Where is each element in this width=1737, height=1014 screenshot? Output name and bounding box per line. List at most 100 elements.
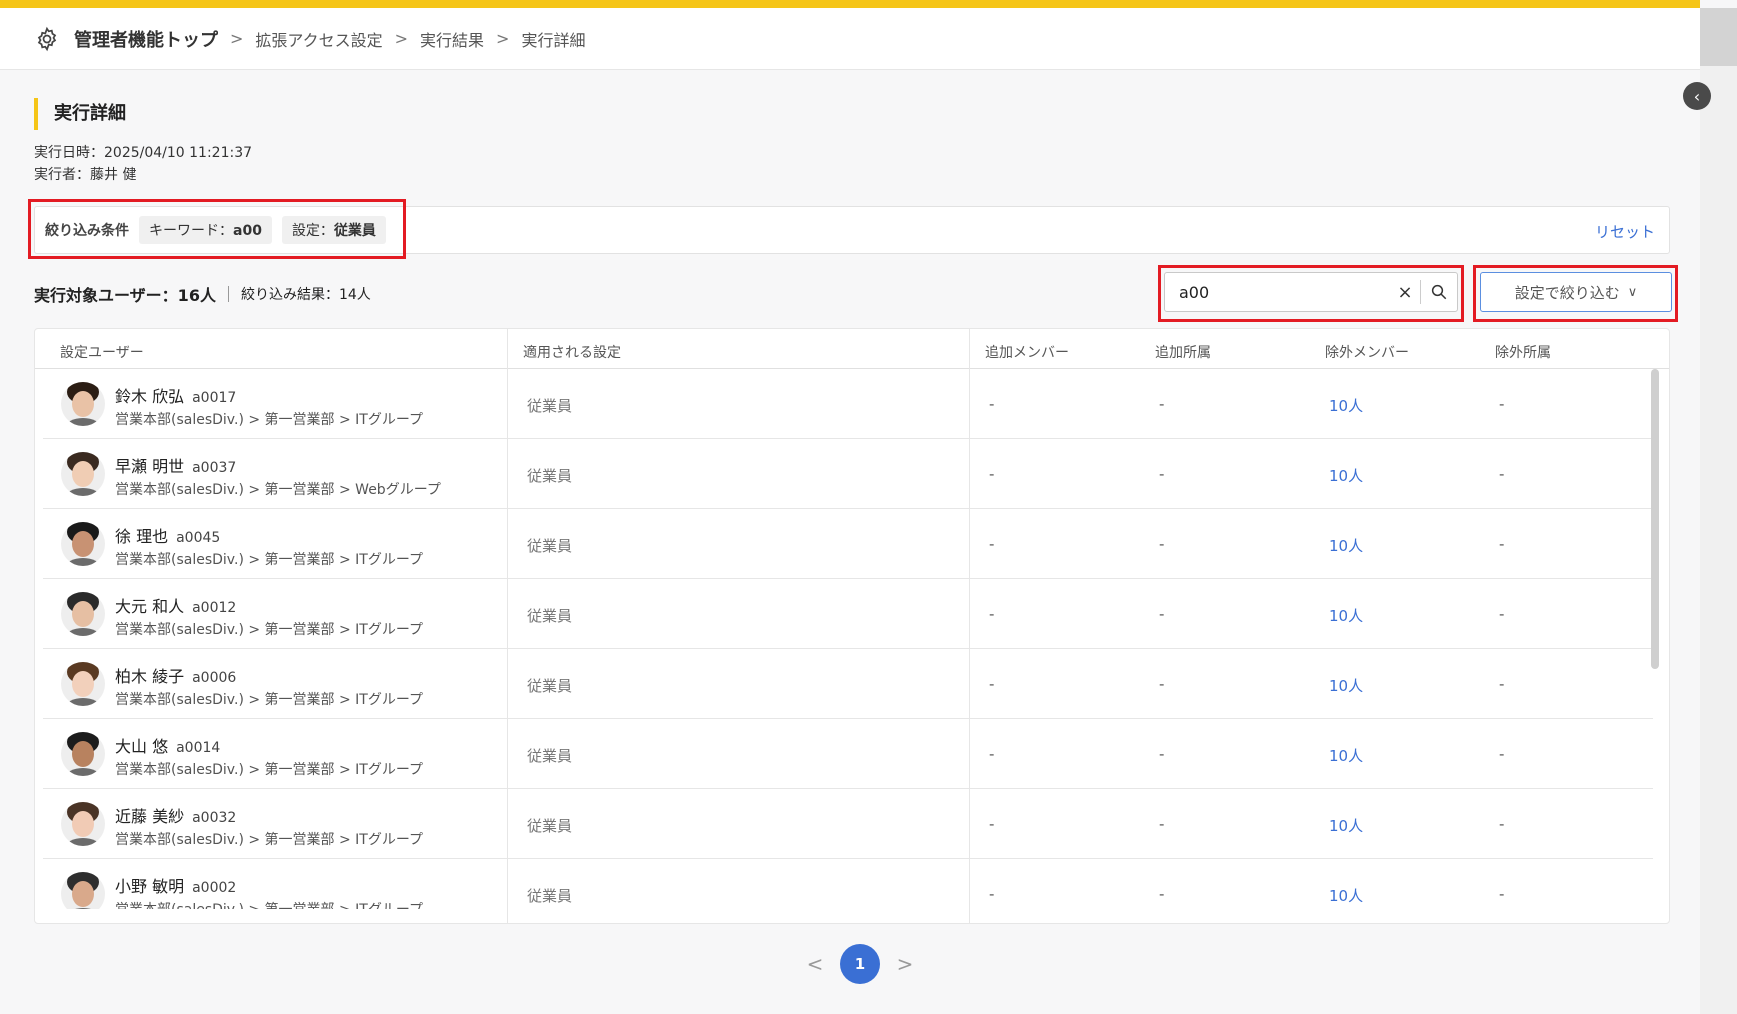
table-row[interactable]: 徐 理也 a0045 営業本部(salesDiv.) > 第一営業部 > ITグルー…	[43, 509, 1653, 579]
executed-at: 実行日時：2025/04/10 11:21:37	[34, 145, 253, 161]
col-header-setting[interactable]: 適用される設定	[523, 342, 621, 362]
user-name: 大山 悠 a0014	[115, 733, 220, 757]
breadcrumb-extended-access[interactable]: 拡張アクセス設定	[255, 27, 382, 51]
avatar	[61, 732, 105, 776]
user-department: 営業本部(salesDiv.) > 第一営業部 > Webグループ	[115, 482, 441, 498]
avatar	[61, 382, 105, 426]
breadcrumb-admin-top[interactable]: 管理者機能トップ	[74, 26, 218, 52]
user-id: a0017	[192, 390, 237, 406]
table-header: 設定ユーザー 適用される設定 追加メンバー 追加所属 除外メンバー 除外所属	[35, 329, 1669, 369]
breadcrumb-results[interactable]: 実行結果	[420, 27, 484, 51]
excluded-members-link[interactable]: 10人	[1329, 815, 1363, 836]
excluded-affiliations: -	[1499, 535, 1505, 553]
user-name: 柏木 綾子 a0006	[115, 663, 236, 687]
user-name: 近藤 美紗 a0032	[115, 803, 236, 827]
excluded-members-link[interactable]: 10人	[1329, 465, 1363, 486]
added-members: -	[989, 465, 995, 483]
chevron-left-icon: ‹	[1693, 86, 1701, 106]
table-row[interactable]: 柏木 綾子 a0006 営業本部(salesDiv.) > 第一営業部 > ITグル…	[43, 649, 1653, 719]
table-scrollbar[interactable]	[1651, 369, 1659, 909]
user-id: a0045	[176, 530, 221, 546]
user-id: a0014	[176, 740, 221, 756]
user-name: 徐 理也 a0045	[115, 523, 220, 547]
excluded-affiliations: -	[1499, 675, 1505, 693]
col-header-excluded-affiliations[interactable]: 除外所属	[1495, 342, 1551, 362]
avatar	[61, 662, 105, 706]
accent-top-line	[0, 0, 1700, 8]
user-id: a0032	[192, 810, 237, 826]
reset-link[interactable]: リセット	[1595, 221, 1655, 242]
breadcrumb-header: 管理者機能トップ > 拡張アクセス設定 > 実行結果 > 実行詳細	[0, 8, 1700, 70]
table-row[interactable]: 近藤 美紗 a0032 営業本部(salesDiv.) > 第一営業部 > ITグル…	[43, 789, 1653, 859]
excluded-members-link[interactable]: 10人	[1329, 395, 1363, 416]
user-name: 鈴木 欣弘 a0017	[115, 383, 236, 407]
added-members: -	[989, 605, 995, 623]
added-members: -	[989, 675, 995, 693]
col-header-user[interactable]: 設定ユーザー	[60, 342, 144, 362]
next-page-icon[interactable]: >	[890, 952, 920, 976]
highlight-box-search	[1158, 265, 1464, 322]
avatar	[61, 452, 105, 496]
user-name: 小野 敏明 a0002	[115, 873, 236, 897]
added-affiliations: -	[1159, 395, 1165, 413]
col-header-added-affiliations[interactable]: 追加所属	[1155, 342, 1211, 362]
gear-icon[interactable]	[34, 26, 60, 52]
user-name-text: 鈴木 欣弘	[115, 387, 185, 406]
users-table: 設定ユーザー 適用される設定 追加メンバー 追加所属 除外メンバー 除外所属 鈴…	[34, 328, 1670, 924]
applied-setting: 従業員	[527, 747, 573, 765]
user-name: 大元 和人 a0012	[115, 593, 236, 617]
table-row[interactable]: 鈴木 欣弘 a0017 営業本部(salesDiv.) > 第一営業部 > ITグル…	[43, 369, 1653, 439]
table-row[interactable]: 大山 悠 a0014 営業本部(salesDiv.) > 第一営業部 > ITグルー…	[43, 719, 1653, 789]
avatar	[61, 592, 105, 636]
avatar	[61, 872, 105, 909]
col-header-added-members[interactable]: 追加メンバー	[985, 342, 1069, 362]
user-department: 営業本部(salesDiv.) > 第一営業部 > ITグループ	[115, 762, 424, 778]
user-name-text: 小野 敏明	[115, 877, 185, 896]
highlight-box-filter-conditions	[28, 199, 406, 259]
added-members: -	[989, 815, 995, 833]
user-counts: 実行対象ユーザー：16人 絞り込み結果：14人	[34, 282, 371, 306]
col-header-excluded-members[interactable]: 除外メンバー	[1325, 342, 1409, 362]
avatar	[61, 522, 105, 566]
excluded-affiliations: -	[1499, 605, 1505, 623]
prev-page-icon[interactable]: <	[800, 952, 830, 976]
user-name-text: 徐 理也	[115, 527, 169, 546]
excluded-members-link[interactable]: 10人	[1329, 885, 1363, 906]
added-affiliations: -	[1159, 675, 1165, 693]
excluded-affiliations: -	[1499, 885, 1505, 903]
added-members: -	[989, 885, 995, 903]
user-department: 営業本部(salesDiv.) > 第一営業部 > ITグループ	[115, 832, 424, 848]
table-row[interactable]: 小野 敏明 a0002 営業本部(salesDiv.) > 第一営業部 > ITグル…	[43, 859, 1653, 909]
excluded-members-link[interactable]: 10人	[1329, 745, 1363, 766]
excluded-members-link[interactable]: 10人	[1329, 605, 1363, 626]
excluded-members-link[interactable]: 10人	[1329, 535, 1363, 556]
user-id: a0002	[192, 880, 237, 896]
highlight-box-filter-button	[1473, 265, 1678, 322]
table-row[interactable]: 早瀬 明世 a0037 営業本部(salesDiv.) > 第一営業部 > Webグ…	[43, 439, 1653, 509]
user-department: 営業本部(salesDiv.) > 第一営業部 > ITグループ	[115, 899, 423, 909]
page-scrollbar[interactable]	[1700, 8, 1737, 1014]
applied-setting: 従業員	[527, 887, 573, 905]
added-affiliations: -	[1159, 535, 1165, 553]
added-members: -	[989, 745, 995, 763]
excluded-affiliations: -	[1499, 395, 1505, 413]
executor: 実行者：藤井 健	[34, 167, 137, 183]
collapse-panel-button[interactable]: ‹	[1683, 82, 1711, 110]
added-affiliations: -	[1159, 465, 1165, 483]
user-department: 営業本部(salesDiv.) > 第一営業部 > ITグループ	[115, 692, 424, 708]
applied-setting: 従業員	[527, 537, 573, 555]
page-scrollbar-thumb[interactable]	[1700, 8, 1737, 66]
user-id: a0012	[192, 600, 237, 616]
counts-divider	[227, 286, 229, 302]
breadcrumb-detail: 実行詳細	[521, 30, 586, 50]
applied-setting: 従業員	[527, 397, 573, 415]
user-id: a0037	[192, 460, 237, 476]
excluded-members-link[interactable]: 10人	[1329, 675, 1363, 696]
user-department: 営業本部(salesDiv.) > 第一営業部 > ITグループ	[115, 552, 424, 568]
added-members: -	[989, 395, 995, 413]
added-affiliations: -	[1159, 885, 1165, 903]
table-row[interactable]: 大元 和人 a0012 営業本部(salesDiv.) > 第一営業部 > ITグル…	[43, 579, 1653, 649]
excluded-affiliations: -	[1499, 745, 1505, 763]
page-number-current[interactable]: 1	[840, 944, 880, 984]
table-scrollbar-thumb[interactable]	[1651, 369, 1659, 669]
